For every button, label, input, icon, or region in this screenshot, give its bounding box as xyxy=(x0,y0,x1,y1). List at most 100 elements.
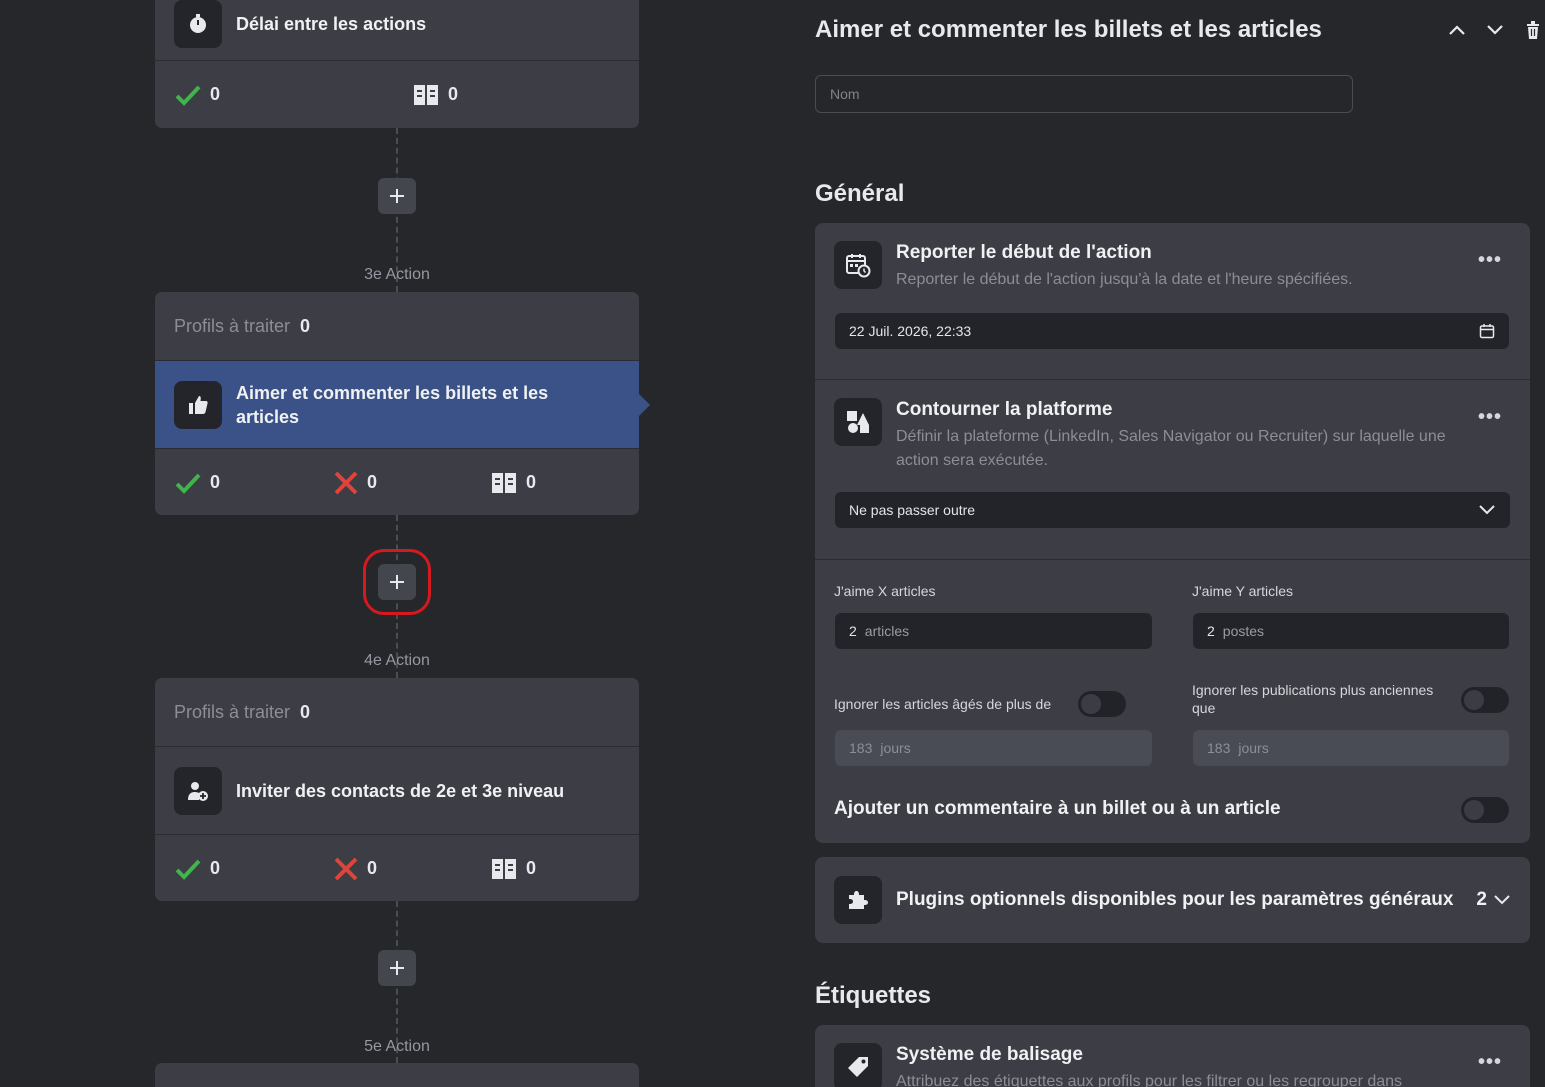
field-value: 183 xyxy=(1207,740,1231,756)
action-card-delay[interactable]: Délai entre les actions 0 0 xyxy=(155,0,639,128)
profiles-to-process: Profils à traiter 0 xyxy=(155,678,639,746)
like-x-input[interactable]: 2 articles xyxy=(835,613,1152,649)
chevron-down-icon xyxy=(1479,505,1495,515)
add-action-button[interactable] xyxy=(378,950,416,986)
skipped-stat: 0 xyxy=(412,82,458,108)
success-stat: 0 xyxy=(174,83,220,107)
plugins-box[interactable]: Plugins optionnels disponibles pour les … xyxy=(815,857,1530,943)
select-value: Ne pas passer outre xyxy=(849,502,976,518)
failed-stat: 0 xyxy=(333,471,377,495)
setting-title: Système de balisage xyxy=(896,1044,1083,1065)
field-value: 2 xyxy=(1207,623,1215,639)
platform-select[interactable]: Ne pas passer outre xyxy=(835,492,1510,528)
profiles-to-process: Profils à traiter 0 xyxy=(155,292,639,360)
setting-description: Reporter le début de l'action jusqu'à la… xyxy=(896,271,1353,288)
profiles-label: Profils à traiter xyxy=(174,315,291,336)
chevron-up-icon[interactable] xyxy=(1445,18,1469,42)
plus-icon xyxy=(390,575,404,589)
action-name-input[interactable] xyxy=(815,75,1353,113)
field-unit: articles xyxy=(864,623,910,639)
add-comment-toggle[interactable] xyxy=(1461,797,1509,823)
check-icon xyxy=(175,473,201,494)
action-label: 5e Action xyxy=(364,1038,430,1055)
action-settings-panel: Aimer et commenter les billets et les ar… xyxy=(815,0,1545,1087)
ignore-articles-toggle[interactable] xyxy=(1078,691,1126,717)
field-unit: postes xyxy=(1222,623,1265,639)
action-card-like-comment[interactable]: Profils à traiter 0 Aimer et commenter l… xyxy=(155,292,639,515)
like-x-label: J'aime X articles xyxy=(834,583,936,599)
setting-title: Reporter le début de l'action xyxy=(896,242,1152,263)
field-unit: jours xyxy=(1238,740,1269,756)
chevron-down-icon xyxy=(1494,895,1510,905)
calendar-clock-icon xyxy=(834,241,882,289)
failed-stat: 0 xyxy=(333,857,377,881)
thumbs-up-icon xyxy=(174,380,222,429)
check-icon xyxy=(175,85,201,106)
like-y-label: J'aime Y articles xyxy=(1192,583,1293,599)
check-icon xyxy=(175,859,201,880)
ignore-articles-label: Ignorer les articles âgés de plus de xyxy=(834,696,1052,712)
cross-icon xyxy=(334,857,358,880)
field-value: 2 xyxy=(849,623,857,639)
general-section-title: Général xyxy=(815,180,905,207)
action-title: Inviter des contacts de 2e et 3e niveau xyxy=(236,780,565,801)
date-value: 22 Juil. 2026, 22:33 xyxy=(849,323,972,339)
more-options-icon[interactable]: ••• xyxy=(1478,406,1502,429)
add-comment-label: Ajouter un commentaire à un billet ou à … xyxy=(834,798,1281,819)
action-title: Aimer et commenter les billets et les ar… xyxy=(236,382,549,427)
profiles-count: 0 xyxy=(300,701,311,722)
action-label: 4e Action xyxy=(364,652,430,669)
action-stats: 0 0 0 xyxy=(155,835,639,902)
setting-title: Contourner la platforme xyxy=(896,399,1113,420)
add-user-icon xyxy=(174,766,222,815)
skip-icon xyxy=(414,84,438,105)
action-title: Délai entre les actions xyxy=(236,14,427,34)
field-unit: jours xyxy=(880,740,911,756)
date-time-picker[interactable]: 22 Juil. 2026, 22:33 xyxy=(835,313,1509,349)
setting-description: Attribuez des étiquettes aux profils pou… xyxy=(896,1073,1403,1087)
action-label: 3e Action xyxy=(364,266,430,283)
cross-icon xyxy=(334,471,358,494)
ignore-posts-toggle[interactable] xyxy=(1461,687,1509,713)
tag-icon xyxy=(834,1043,882,1087)
like-y-input[interactable]: 2 postes xyxy=(1193,613,1509,649)
action-card-main[interactable]: Délai entre les actions xyxy=(155,0,639,60)
workflow-canvas: Délai entre les actions 0 0 3e Action Pr… xyxy=(0,0,795,1087)
setting-description: Définir la plateforme (LinkedIn, Sales N… xyxy=(896,428,1446,469)
action-stats: 0 0 xyxy=(155,61,639,128)
plus-icon xyxy=(390,961,404,975)
platform-setting: Contourner la platforme Définir la plate… xyxy=(815,380,1530,560)
trash-icon[interactable] xyxy=(1521,18,1545,42)
calendar-icon xyxy=(1479,324,1495,339)
ignore-posts-days-input[interactable]: 183 jours xyxy=(1193,730,1509,766)
ignore-articles-days-input[interactable]: 183 jours xyxy=(835,730,1152,766)
plugins-count: 2 xyxy=(1476,889,1487,910)
action-stats: 0 0 0 xyxy=(155,449,639,516)
chevron-down-icon[interactable] xyxy=(1483,18,1507,42)
puzzle-icon xyxy=(834,876,882,924)
add-action-button[interactable] xyxy=(378,178,416,214)
skipped-stat: 0 xyxy=(490,470,536,496)
action-card-invite[interactable]: Profils à traiter 0 Inviter des contacts… xyxy=(155,678,639,901)
shapes-icon xyxy=(834,398,882,446)
profiles-label: Profils à traiter xyxy=(174,701,291,722)
tags-section-title: Étiquettes xyxy=(815,982,932,1009)
add-action-button[interactable] xyxy=(363,549,431,615)
field-value: 183 xyxy=(849,740,873,756)
plugins-title: Plugins optionnels disponibles pour les … xyxy=(896,889,1454,910)
more-options-icon[interactable]: ••• xyxy=(1478,249,1502,272)
action-card-next[interactable] xyxy=(155,1063,639,1087)
action-card-main[interactable]: Aimer et commenter les billets et les ar… xyxy=(155,361,639,448)
more-options-icon[interactable]: ••• xyxy=(1478,1051,1502,1074)
tagging-box: Système de balisage Attribuez des étique… xyxy=(815,1025,1530,1087)
likes-settings: J'aime X articles J'aime Y articles 2 art… xyxy=(815,560,1530,843)
general-settings-box: Reporter le début de l'action Reporter l… xyxy=(815,223,1530,843)
delay-start-setting: Reporter le début de l'action Reporter l… xyxy=(815,223,1530,380)
panel-controls xyxy=(1445,18,1545,42)
success-stat: 0 xyxy=(174,857,220,881)
action-card-main[interactable]: Inviter des contacts de 2e et 3e niveau xyxy=(155,747,639,834)
stopwatch-icon xyxy=(174,0,222,48)
skip-icon xyxy=(492,472,516,493)
skip-icon xyxy=(492,858,516,879)
success-stat: 0 xyxy=(174,471,220,495)
